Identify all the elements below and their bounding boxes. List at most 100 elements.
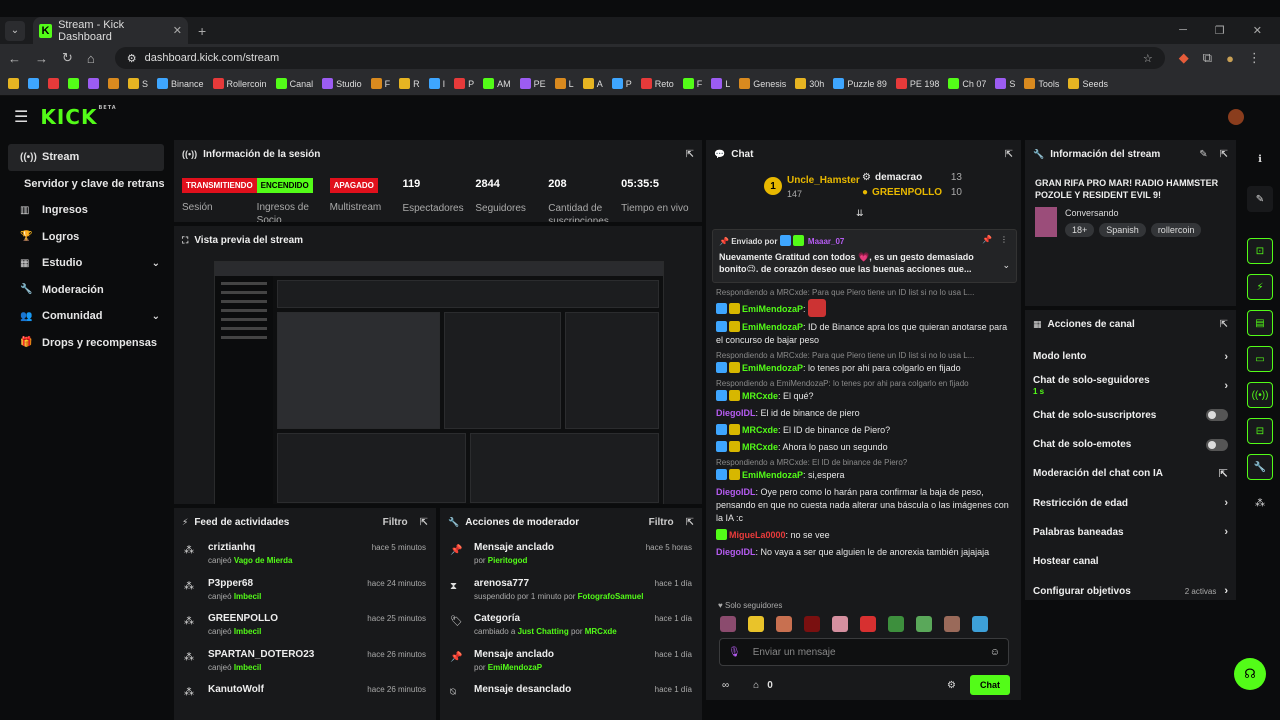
feed-user[interactable]: KanutoWolf [208, 684, 264, 695]
inbox-icon[interactable]: ⊟ [1247, 418, 1273, 444]
sidebar-item-0[interactable]: ((•)) Stream [8, 144, 164, 171]
bookmark-item[interactable]: Tools [1024, 78, 1059, 89]
bookmark-icon[interactable] [68, 78, 79, 89]
channel-action[interactable]: Restricción de edad › [1025, 488, 1236, 517]
feed-item[interactable]: ⁂ GREENPOLLO canjeó Imbecil hace 25 minutos [174, 607, 436, 643]
mod-action-item[interactable]: ⧗ arenosa777 suspendido por 1 minuto por F… [440, 572, 702, 608]
emote[interactable] [720, 616, 736, 632]
site-info-icon[interactable]: ⚙ [127, 52, 137, 65]
back-icon[interactable]: ← [8, 51, 21, 66]
sidebar-item-6[interactable]: 👥 Comunidad ⌄ [8, 303, 164, 330]
bookmark-icon[interactable] [88, 78, 99, 89]
channel-action[interactable]: Chat de solo-seguidores 1 s › [1025, 371, 1236, 400]
chat-username[interactable]: DiegoIDL [716, 487, 756, 497]
stream-preview-video[interactable] [214, 261, 664, 504]
sidebar-item-4[interactable]: ▦ Estudio ⌄ [8, 250, 164, 277]
bookmark-item[interactable]: L [711, 78, 730, 89]
close-tab-icon[interactable]: ✕ [173, 24, 182, 37]
infinity-points-icon[interactable]: ∞ [722, 680, 729, 691]
forward-icon[interactable]: → [35, 51, 48, 66]
bookmark-item[interactable]: AM [483, 78, 511, 89]
mic-icon[interactable]: 🎙 [728, 647, 741, 658]
more-icon[interactable]: ⋮ [1000, 235, 1008, 244]
bookmark-item[interactable]: I [428, 78, 445, 89]
bookmark-item[interactable]: Studio [322, 78, 362, 89]
chat-message[interactable]: MigueLa0000: no se vee [706, 527, 1021, 544]
bookmark-item[interactable]: P [611, 78, 632, 89]
channel-action[interactable]: Chat de solo-emotes [1025, 430, 1236, 459]
top-gifter[interactable]: ● GREENPOLLO 10 [862, 187, 962, 202]
sidebar-item-2[interactable]: ▥ Ingresos [8, 197, 164, 224]
chat-message[interactable]: DiegoIDL: No vaya a ser que alguien le d… [706, 544, 1021, 561]
feed-item[interactable]: ⁂ KanutoWolf hace 26 minutos [174, 678, 436, 714]
bookmark-item[interactable]: Canal [275, 78, 313, 89]
bookmark-item[interactable]: 30h [795, 78, 824, 89]
feed-item[interactable]: ⁂ criztianhq canjeó Vago de Mierda hace 5 m… [174, 536, 436, 572]
chat-username[interactable]: MRCxde [742, 391, 778, 401]
toggle-switch[interactable] [1206, 409, 1228, 422]
document-icon[interactable]: ▤ [1247, 310, 1273, 336]
help-chat-icon[interactable]: ☊ [1234, 658, 1266, 690]
mod-action-item[interactable]: ⍉ Mensaje desanclado hace 1 día [440, 678, 702, 714]
emote[interactable] [832, 616, 848, 632]
gift-icon[interactable]: ⌂ [753, 680, 759, 691]
bookmark-item[interactable]: A [582, 78, 603, 89]
tag-pill[interactable]: rollercoin [1150, 223, 1202, 237]
tag-pill[interactable]: 18+ [1065, 223, 1095, 237]
browser-tab[interactable]: K Stream - Kick Dashboard ✕ [33, 17, 188, 44]
expand-chevron-icon[interactable]: ⌄ [1002, 260, 1010, 271]
bookmark-item[interactable]: PE 198 [895, 78, 939, 89]
menu-hamburger-icon[interactable]: ☰ [14, 107, 28, 127]
broadcast-icon[interactable]: ((•)) [1247, 382, 1273, 408]
bookmark-item[interactable]: S [128, 78, 148, 89]
pinned-by-user[interactable]: Maaar_07 [808, 237, 844, 246]
chat-username[interactable]: MigueLa0000 [729, 530, 786, 540]
feed-item[interactable]: ⁂ SPARTAN_DOTERO23 canjeó Imbecil hace 26 m… [174, 643, 436, 679]
send-chat-button[interactable]: Chat [970, 675, 1010, 695]
emote[interactable] [748, 616, 764, 632]
chat-message[interactable]: EmiMendozaP: si,espera [706, 467, 1021, 484]
chat-username[interactable]: EmiMendozaP [742, 304, 803, 314]
category-name[interactable]: Conversando [1065, 208, 1201, 218]
channel-action[interactable]: Modo lento › [1025, 342, 1236, 371]
top-gifter[interactable]: ⚙ demacrao 13 [862, 172, 962, 187]
bookmark-item[interactable]: Binance [157, 78, 204, 89]
feed-user[interactable]: SPARTAN_DOTERO23 [208, 649, 314, 660]
mod-action-item[interactable]: 📌 Mensaje anclado por Pieritogod hace 5 hor… [440, 536, 702, 572]
emote[interactable] [776, 616, 792, 632]
chat-message[interactable]: DiegoIDL: El id de binance de piero [706, 405, 1021, 422]
popout-icon[interactable]: ⇱ [1220, 319, 1228, 330]
minimize-icon[interactable]: ─ [1179, 24, 1187, 37]
sidebar-item-7[interactable]: 🎁 Drops y recompensas [8, 330, 164, 357]
chat-message[interactable]: EmiMendozaP: [706, 297, 1021, 319]
scroll-to-top-icon[interactable]: ⇊ [856, 208, 864, 219]
wrench-icon[interactable]: 🔧 [1247, 454, 1273, 480]
emote[interactable] [972, 616, 988, 632]
chat-input[interactable]: 🎙 Enviar un mensaje ☺ [719, 638, 1009, 666]
feed-user[interactable]: GREENPOLLO [208, 613, 278, 624]
bookmark-item[interactable]: L [554, 78, 574, 89]
chat-message[interactable]: DiegoIDL: Oye pero como lo harán para co… [706, 484, 1021, 527]
pinned-message[interactable]: 📌 Enviado por Maaar_07 📌 ⋮ Nuevamente Gr… [712, 229, 1017, 283]
channel-action[interactable]: Palabras baneadas › [1025, 518, 1236, 547]
bookmark-item[interactable]: Puzzle 89 [833, 78, 887, 89]
chat-username[interactable]: MRCxde [742, 425, 778, 435]
chat-message[interactable]: MRCxde: El qué? [706, 388, 1021, 405]
bookmark-star-icon[interactable]: ☆ [1143, 52, 1153, 65]
extension-icon[interactable]: ◆ [1179, 50, 1189, 66]
chat-settings-icon[interactable]: ⚙ [947, 680, 956, 691]
emote[interactable] [804, 616, 820, 632]
extensions-puzzle-icon[interactable]: ⧉ [1203, 50, 1212, 66]
edit-icon[interactable]: ✎ [1247, 186, 1273, 212]
popout-icon[interactable]: ⇱ [1005, 149, 1013, 160]
users-icon[interactable]: ⁂ [1247, 490, 1273, 516]
chat-username[interactable]: MRCxde [742, 442, 778, 452]
feed-user[interactable]: P3pper68 [208, 578, 261, 589]
emote[interactable] [916, 616, 932, 632]
bookmark-item[interactable]: Genesis [739, 78, 786, 89]
chat-message-list[interactable]: Respondiendo a MRCxde: Para que Piero ti… [706, 286, 1021, 596]
bookmark-item[interactable]: Ch 07 [948, 78, 986, 89]
feed-user[interactable]: criztianhq [208, 542, 293, 553]
browser-menu-icon[interactable]: ⋮ [1248, 50, 1261, 66]
close-window-icon[interactable]: ✕ [1253, 24, 1262, 37]
